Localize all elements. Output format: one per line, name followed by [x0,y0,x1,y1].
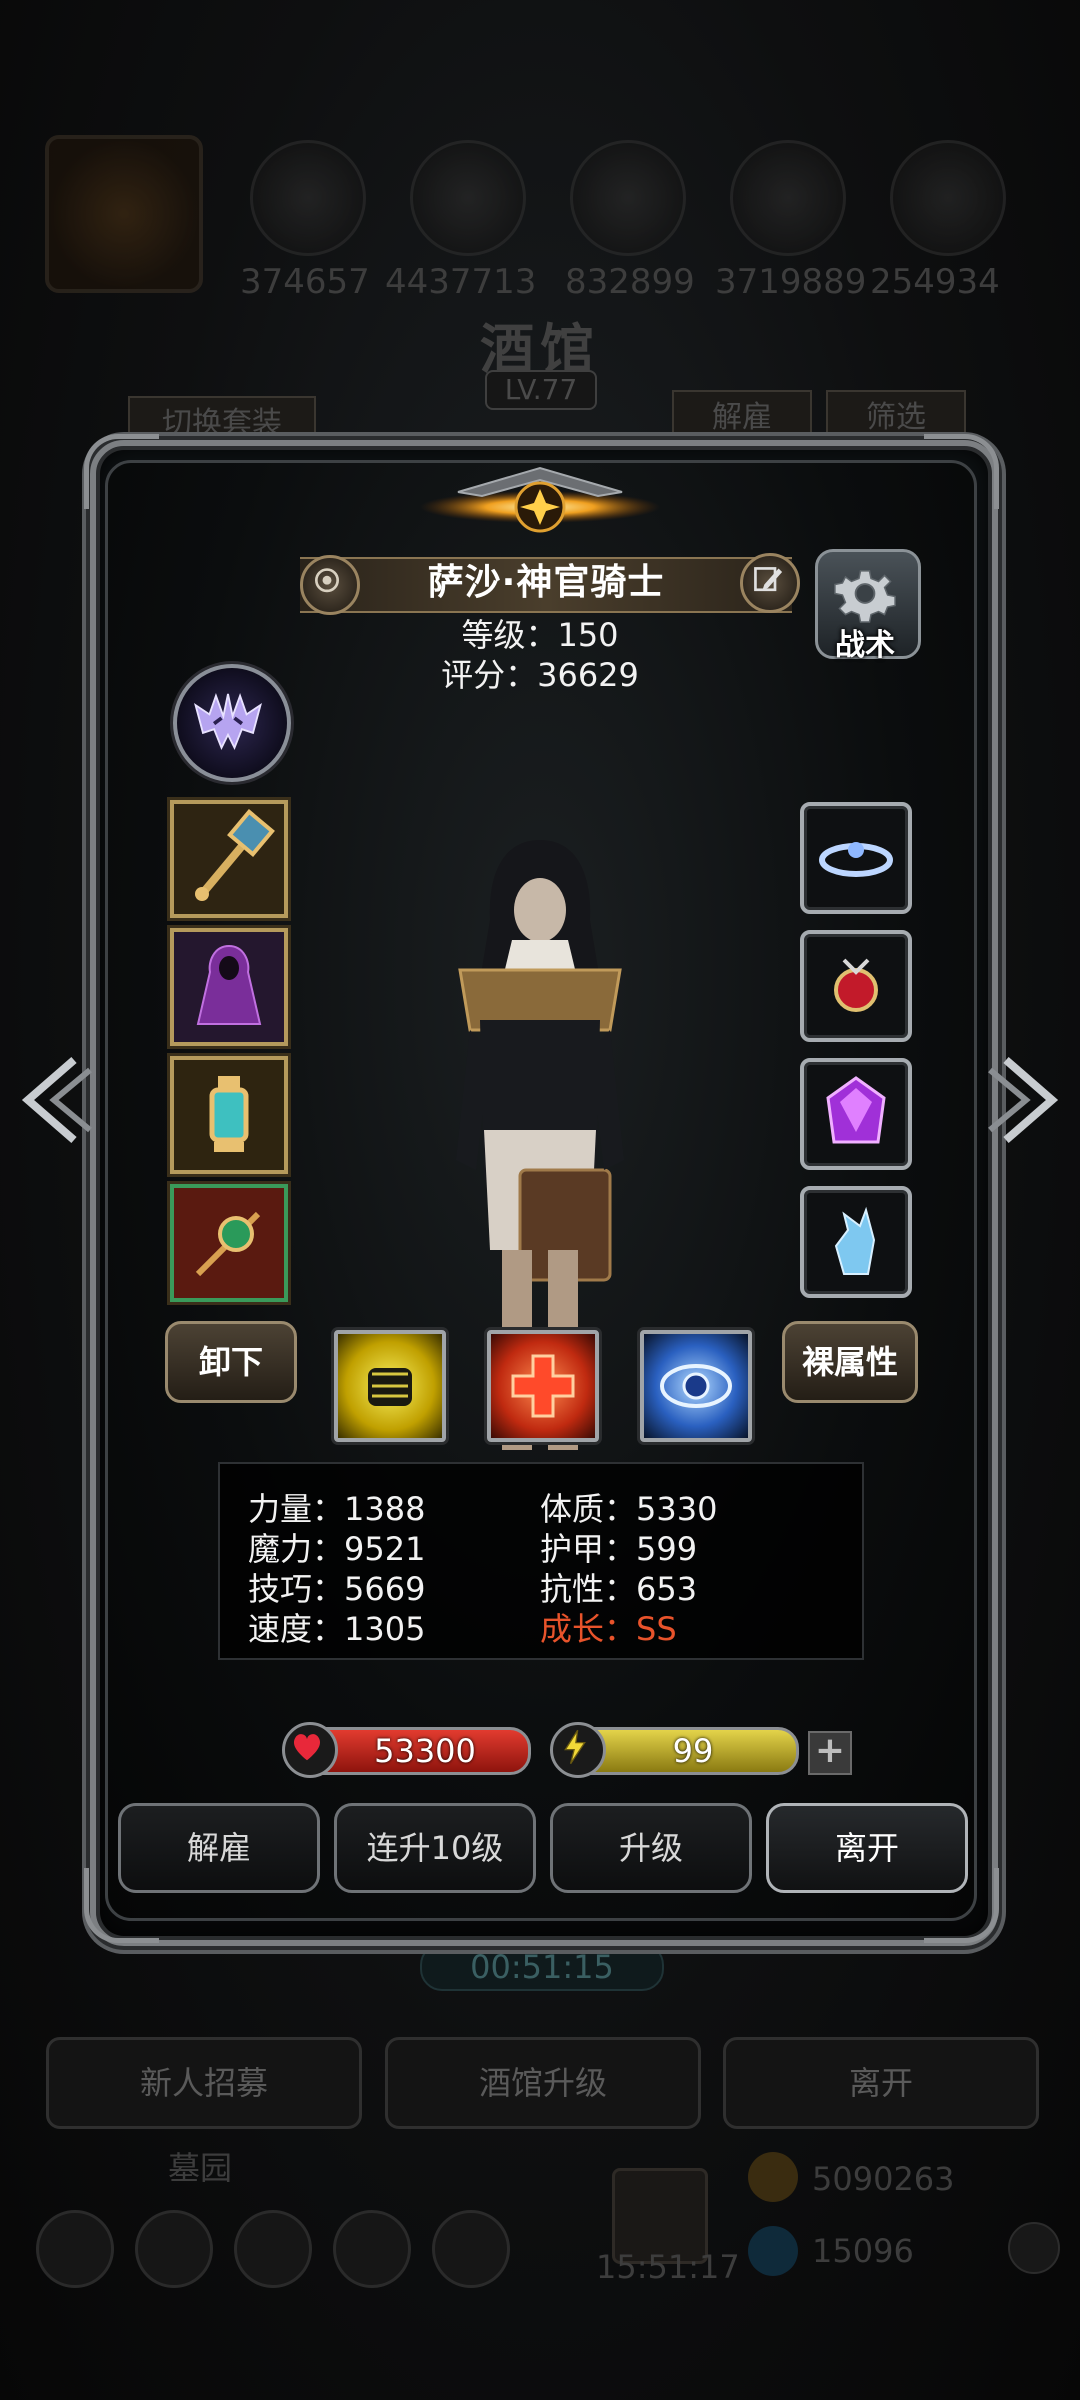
base-attributes-button[interactable]: 裸属性 [782,1321,918,1403]
resource-slot [730,140,846,256]
resource-slot [570,140,686,256]
stat-growth: 成长：SS [540,1610,677,1648]
resource-slot [250,140,366,256]
frame-corner [84,434,159,509]
menu-icon [36,2210,114,2288]
timer: 00:51:15 [420,1943,664,1991]
dismiss-button[interactable]: 解雇 [118,1803,320,1893]
gem-amount: 15096 [812,2232,914,2270]
bg-dismiss-button: 解雇 [672,390,812,446]
level-up-button[interactable]: 升级 [550,1803,752,1893]
potion-slot[interactable] [170,1056,288,1174]
level-up-10-button[interactable]: 连升10级 [334,1803,536,1893]
resource-value: 832899 [565,262,695,302]
menu-icon [333,2210,411,2288]
previous-hero-arrow[interactable] [14,1050,94,1150]
class-emblem[interactable] [173,664,291,782]
ice-slot[interactable] [800,1186,912,1298]
unequip-button[interactable]: 卸下 [165,1321,297,1403]
menu-icon [432,2210,510,2288]
hp-value: 53300 [374,1732,476,1770]
bg-leave-button: 离开 [723,2037,1039,2129]
clock: 15:51:17 [596,2248,740,2286]
resource-value: 4437713 [385,262,537,302]
amulet-icon [834,958,878,1012]
tavern-level: LV.77 [485,370,597,410]
skill-slot-2[interactable] [487,1330,599,1442]
scepter-icon [174,1188,284,1298]
eye-icon [660,1364,732,1408]
tactic-label: 战术 [835,628,895,663]
menu-icon [135,2210,213,2288]
lantern-icon [174,1060,284,1170]
recruit-button: 新人招募 [46,2037,362,2129]
resource-slot [890,140,1006,256]
medal-icon [315,568,339,593]
tiara-icon [819,842,893,877]
fist-icon [368,1368,412,1406]
graveyard-label: 墓园 [168,2149,233,2187]
next-hero-arrow[interactable] [986,1050,1066,1150]
menu-icon [234,2210,312,2288]
skill-slot-1[interactable] [334,1330,446,1442]
stat-speed: 速度：1305 [248,1610,426,1648]
gold-coin-icon [748,2152,798,2202]
armor-slot[interactable] [170,928,288,1046]
hero-score: 评分：36629 [441,656,639,694]
rename-button[interactable] [740,553,800,613]
add-icon [1008,2222,1060,2274]
skill-slot-3[interactable] [640,1330,752,1442]
edit-icon [754,567,783,592]
relic-slot[interactable] [170,1184,288,1302]
resource-value: 254934 [870,262,1000,302]
hero-name: 萨沙·神官骑士 [427,562,665,603]
tavern-upgrade-button: 酒馆升级 [385,2037,701,2129]
purple-robe-icon [174,932,284,1042]
gold-amount: 5090263 [812,2160,955,2198]
crest-emblem [420,466,660,533]
demon-crest-icon [194,693,262,751]
gem-slot[interactable] [800,1058,912,1170]
resource-icon [45,135,203,293]
weapon-slot[interactable] [170,800,288,918]
leave-button[interactable]: 离开 [766,1803,968,1893]
add-energy-button[interactable]: + [808,1731,852,1775]
war-hammer-icon [174,804,284,914]
gem-icon [748,2226,798,2276]
hero-info-button[interactable] [300,555,360,615]
amulet-slot[interactable] [800,930,912,1042]
resource-value: 3719889 [715,262,867,302]
ice-crystal-icon [834,1206,876,1275]
tiara-slot[interactable] [800,802,912,914]
resource-slot [410,140,526,256]
energy-value: 99 [672,1732,714,1770]
frame-corner [924,434,999,509]
purple-crystal-icon [826,1076,886,1144]
resource-value: 374657 [240,262,370,302]
healing-cross-icon [511,1354,575,1418]
